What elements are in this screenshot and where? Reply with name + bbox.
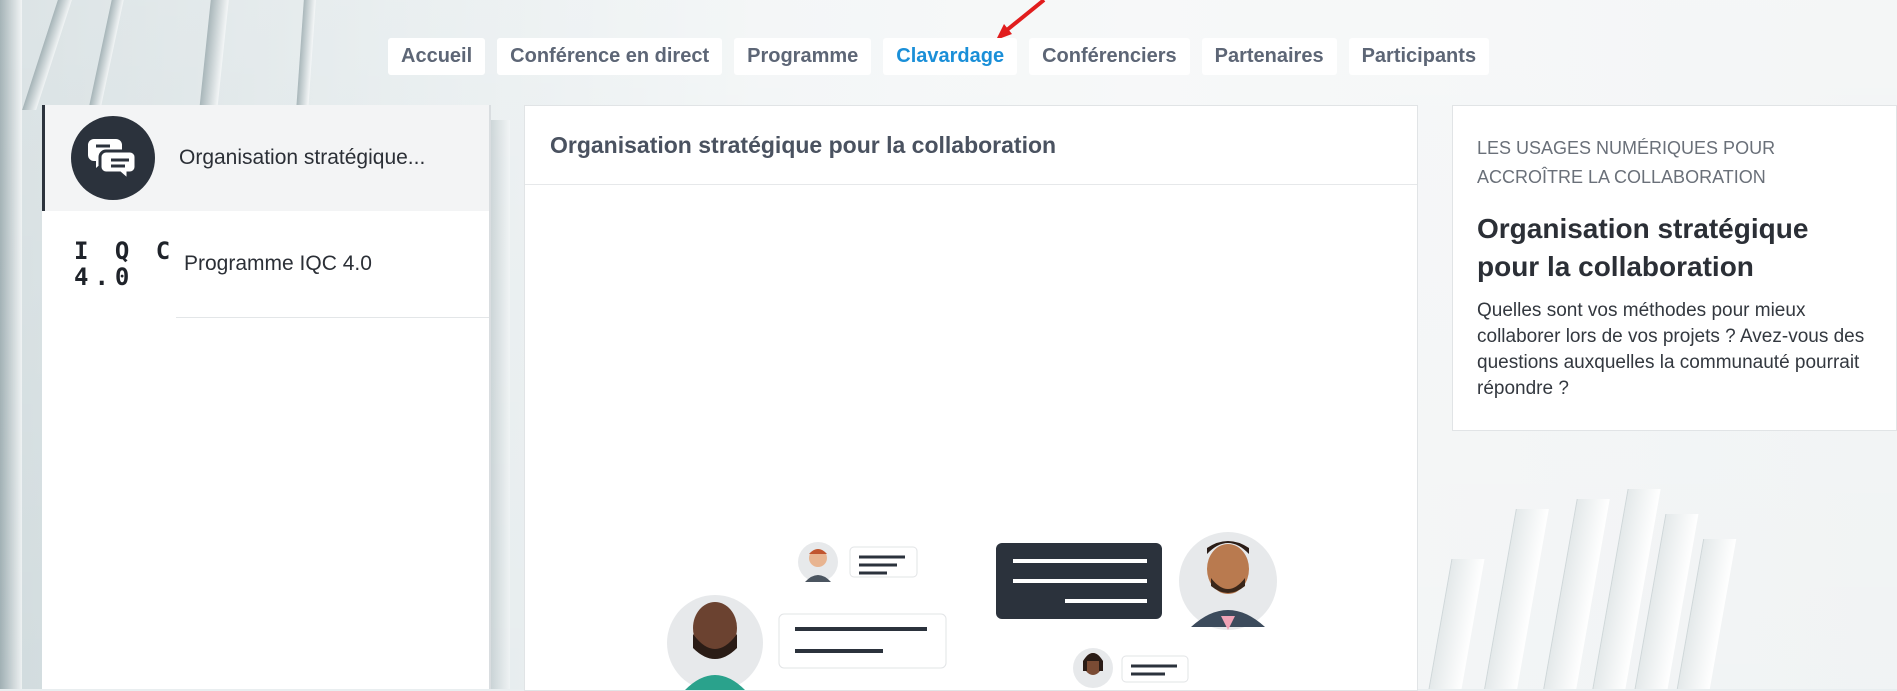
main-navigation: Accueil Conférence en direct Programme C… <box>388 38 1490 75</box>
chat-panel: Organisation stratégique pour la collabo… <box>524 105 1418 691</box>
room-item-programme-iqc[interactable]: I Q C 4.0 Programme IQC 4.0 <box>42 211 489 318</box>
room-info-panel: LES USAGES NUMÉRIQUES POUR ACCROÎTRE LA … <box>1452 105 1897 431</box>
iqc-logo: I Q C 4.0 <box>74 237 177 291</box>
tab-conferenciers[interactable]: Conférenciers <box>1029 38 1190 75</box>
tab-accueil[interactable]: Accueil <box>388 38 486 75</box>
room-description: Quelles sont vos méthodes pour mieux col… <box>1477 300 1865 399</box>
tab-participants[interactable]: Participants <box>1348 38 1490 75</box>
chat-bubbles-icon <box>71 116 155 200</box>
room-label: Programme IQC 4.0 <box>184 252 372 275</box>
room-item-organisation[interactable]: Organisation stratégique... <box>42 105 489 211</box>
tab-partenaires[interactable]: Partenaires <box>1201 38 1337 75</box>
tab-clavardage[interactable]: Clavardage <box>883 38 1018 75</box>
tab-conference-en-direct[interactable]: Conférence en direct <box>497 38 723 75</box>
chat-empty-illustration <box>667 532 1277 690</box>
tab-programme[interactable]: Programme <box>734 38 872 75</box>
chat-room-list: Organisation stratégique... I Q C 4.0 Pr… <box>42 105 491 689</box>
room-title: Organisation stratégique pour la collabo… <box>1477 213 1809 282</box>
room-category: LES USAGES NUMÉRIQUES POUR ACCROÎTRE LA … <box>1477 138 1776 187</box>
room-label: Organisation stratégique... <box>179 146 426 169</box>
